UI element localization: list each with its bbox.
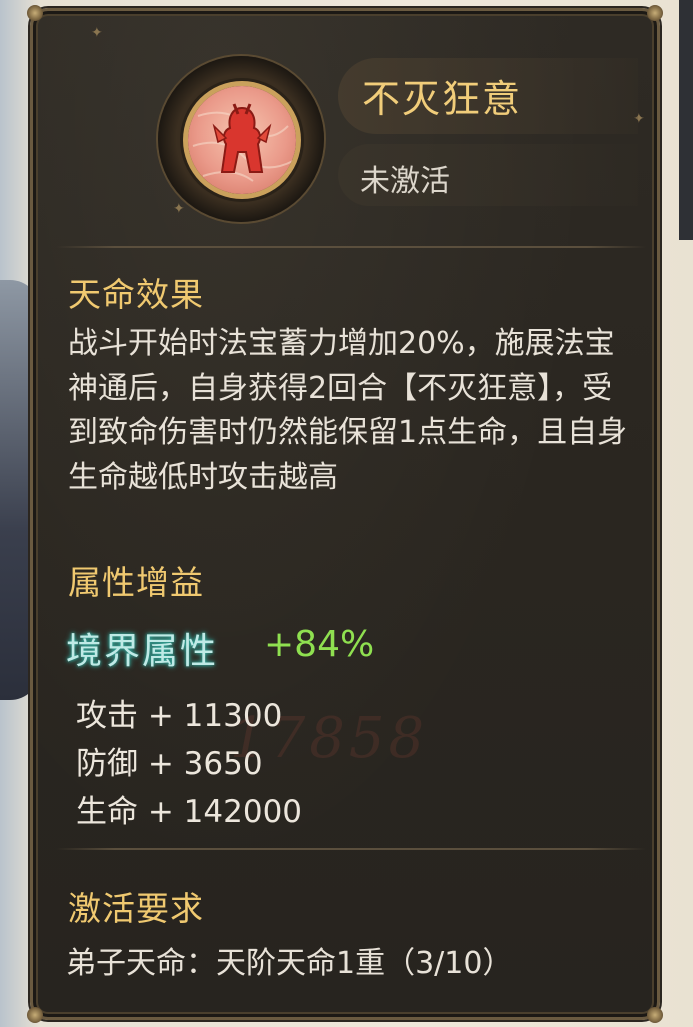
activation-status: 未激活 (360, 164, 450, 199)
corner-ornament (27, 1007, 43, 1023)
requirement-heading: 激活要求 (68, 889, 204, 928)
skill-name: 不灭狂意 (362, 77, 523, 121)
requirement-text: 弟子天命：天阶天命1重（3/10） (66, 938, 512, 982)
corner-ornament (647, 1007, 663, 1023)
effect-description: 战斗开始时法宝蓄力增加20%，施展法宝神通后，自身获得2回合【不灭狂意】，受到致… (68, 326, 628, 495)
requirement-progress: （3/10） (385, 946, 513, 981)
sparkle-icon: ✦ (91, 25, 103, 41)
effect-heading: 天命效果 (68, 275, 204, 314)
requirement-condition: 弟子天命：天阶天命1重 (66, 946, 386, 981)
realm-attribute-label: 境界属性 (66, 631, 219, 672)
sparkle-icon: ✦ (173, 201, 185, 217)
realm-attribute-bonus: +84% (264, 624, 375, 665)
attributes-heading: 属性增益 (68, 563, 204, 602)
stat-attack: 攻击 + 11300 (76, 698, 283, 734)
flaming-figure-icon (188, 86, 296, 194)
divider (56, 848, 646, 850)
corner-ornament (27, 5, 43, 21)
corner-ornament (647, 5, 663, 21)
background-edge (679, 0, 693, 240)
stat-defense: 防御 + 3650 (76, 746, 263, 782)
divider (56, 246, 646, 248)
stat-health: 生命 + 142000 (76, 794, 303, 830)
